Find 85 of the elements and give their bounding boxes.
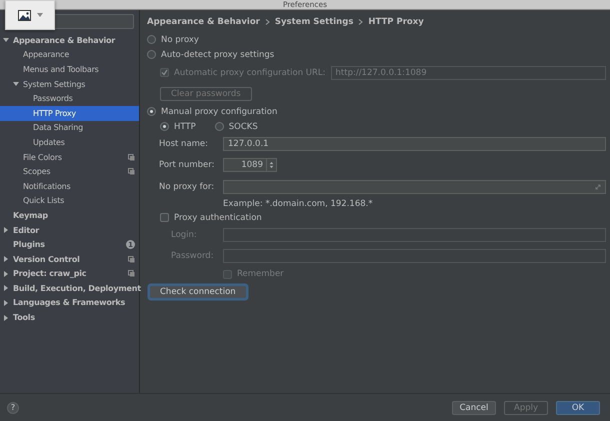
dialog-button[interactable]: OK: [556, 400, 600, 414]
tree-label: Appearance: [23, 50, 70, 60]
tree-label: Tools: [13, 313, 36, 322]
dialog-button[interactable]: Cancel: [452, 400, 496, 414]
tree-label: Version Control: [13, 254, 81, 264]
collapsed-arrow-icon[interactable]: [3, 227, 9, 234]
caret-icon[interactable]: [36, 13, 42, 17]
radio-label: No proxy: [161, 34, 199, 44]
tree-item[interactable]: Passwords: [0, 91, 139, 106]
radio-button[interactable]: [147, 50, 156, 59]
expanded-arrow-icon[interactable]: [3, 37, 9, 44]
chevron-icon: [358, 19, 364, 25]
tree-label: File Colors: [23, 152, 63, 162]
checkbox[interactable]: [160, 213, 169, 222]
collapsed-arrow-icon[interactable]: [3, 314, 9, 321]
tree-item[interactable]: Scopes: [0, 164, 139, 179]
tree-item[interactable]: HTTP Proxy: [0, 106, 139, 121]
field-label: Host name:: [159, 139, 210, 149]
tree-label: Languages & Frameworks: [13, 298, 126, 308]
radio-label: HTTP: [174, 122, 196, 132]
tree-item[interactable]: Project: craw_pic: [0, 266, 139, 282]
hint-text: Example: *.domain.com, 192.168.*: [223, 199, 373, 209]
tree-item[interactable]: System Settings: [0, 76, 139, 92]
radio-label: SOCKS: [228, 122, 258, 132]
collapsed-arrow-icon[interactable]: [3, 300, 9, 306]
tree-item[interactable]: File Colors: [0, 150, 139, 164]
port-field[interactable]: 1089: [223, 158, 277, 172]
tree-label: Build, Execution, Deployment: [13, 284, 141, 293]
help-button[interactable]: ?: [7, 402, 19, 414]
tree-item[interactable]: Languages & Frameworks: [0, 296, 139, 310]
collapsed-arrow-icon[interactable]: [3, 285, 9, 292]
field-label: Password:: [171, 251, 215, 261]
collapsed-arrow-icon[interactable]: [3, 256, 9, 262]
breadcrumb-item: HTTP Proxy: [368, 17, 424, 27]
tree-item[interactable]: Updates: [0, 135, 139, 150]
tree-label: Editor: [13, 226, 40, 235]
tree-item[interactable]: Appearance & Behavior: [0, 33, 139, 48]
radio-button[interactable]: [147, 107, 156, 116]
tree-label: Menus and Toolbars: [23, 64, 100, 74]
image-icon: [18, 10, 30, 20]
no-proxy-field[interactable]: [223, 180, 606, 194]
tree-label: Scopes: [23, 167, 52, 176]
field-label: Port number:: [159, 160, 216, 170]
check-connection-button[interactable]: Check connection: [149, 285, 247, 299]
tree-item[interactable]: Version Control: [0, 252, 139, 266]
radio-button[interactable]: [160, 122, 169, 131]
spinner-icon[interactable]: [266, 158, 276, 172]
password-field[interactable]: [223, 249, 606, 263]
tree-label: Plugins: [13, 240, 46, 250]
field-label: Login:: [171, 230, 198, 240]
breadcrumb-item: System Settings: [274, 17, 354, 27]
tree-label: HTTP Proxy: [33, 108, 77, 118]
tree-item[interactable]: Keymap: [0, 208, 139, 223]
host-field[interactable]: 127.0.0.1: [223, 137, 606, 151]
tree-label: Data Sharing: [33, 123, 84, 132]
tree-item[interactable]: Data Sharing: [0, 120, 139, 136]
radio-button[interactable]: [214, 122, 224, 131]
tree-label: Appearance & Behavior: [13, 36, 116, 45]
login-field[interactable]: [223, 228, 606, 242]
checkbox-label: Automatic proxy configuration URL:: [174, 68, 326, 78]
tree-item[interactable]: Build, Execution, Deployment: [0, 281, 139, 296]
tree-item[interactable]: Notifications: [0, 178, 139, 194]
tree-item[interactable]: Quick Lists: [0, 194, 139, 208]
tree-label: Passwords: [33, 94, 74, 104]
tree-item[interactable]: Tools: [0, 310, 139, 325]
tree-label: System Settings: [23, 80, 86, 89]
tree-label: Project: craw_pic: [13, 269, 88, 278]
checkbox-label: Proxy authentication: [174, 212, 262, 222]
tree-label: Updates: [33, 138, 66, 147]
radio-label: Manual proxy configuration: [161, 106, 278, 116]
expanded-arrow-icon[interactable]: [13, 81, 19, 88]
popup-menu[interactable]: [5, 0, 55, 30]
radio-label: Auto-detect proxy settings: [161, 50, 274, 60]
tree-item[interactable]: Menus and Toolbars: [0, 62, 139, 77]
tree-item[interactable]: Appearance: [0, 48, 139, 62]
breadcrumb-item: Appearance & Behavior: [147, 17, 260, 27]
collapsed-arrow-icon[interactable]: [3, 270, 9, 277]
checkbox-label: Remember: [237, 269, 284, 279]
tree-label: Keymap: [13, 210, 49, 220]
chevron-icon: [264, 19, 270, 25]
tree-label: Quick Lists: [23, 196, 66, 206]
radio-button[interactable]: [147, 35, 156, 44]
field-label: No proxy for:: [159, 182, 216, 192]
tree-label: Notifications: [23, 182, 72, 191]
tree-item[interactable]: Editor: [0, 222, 139, 238]
